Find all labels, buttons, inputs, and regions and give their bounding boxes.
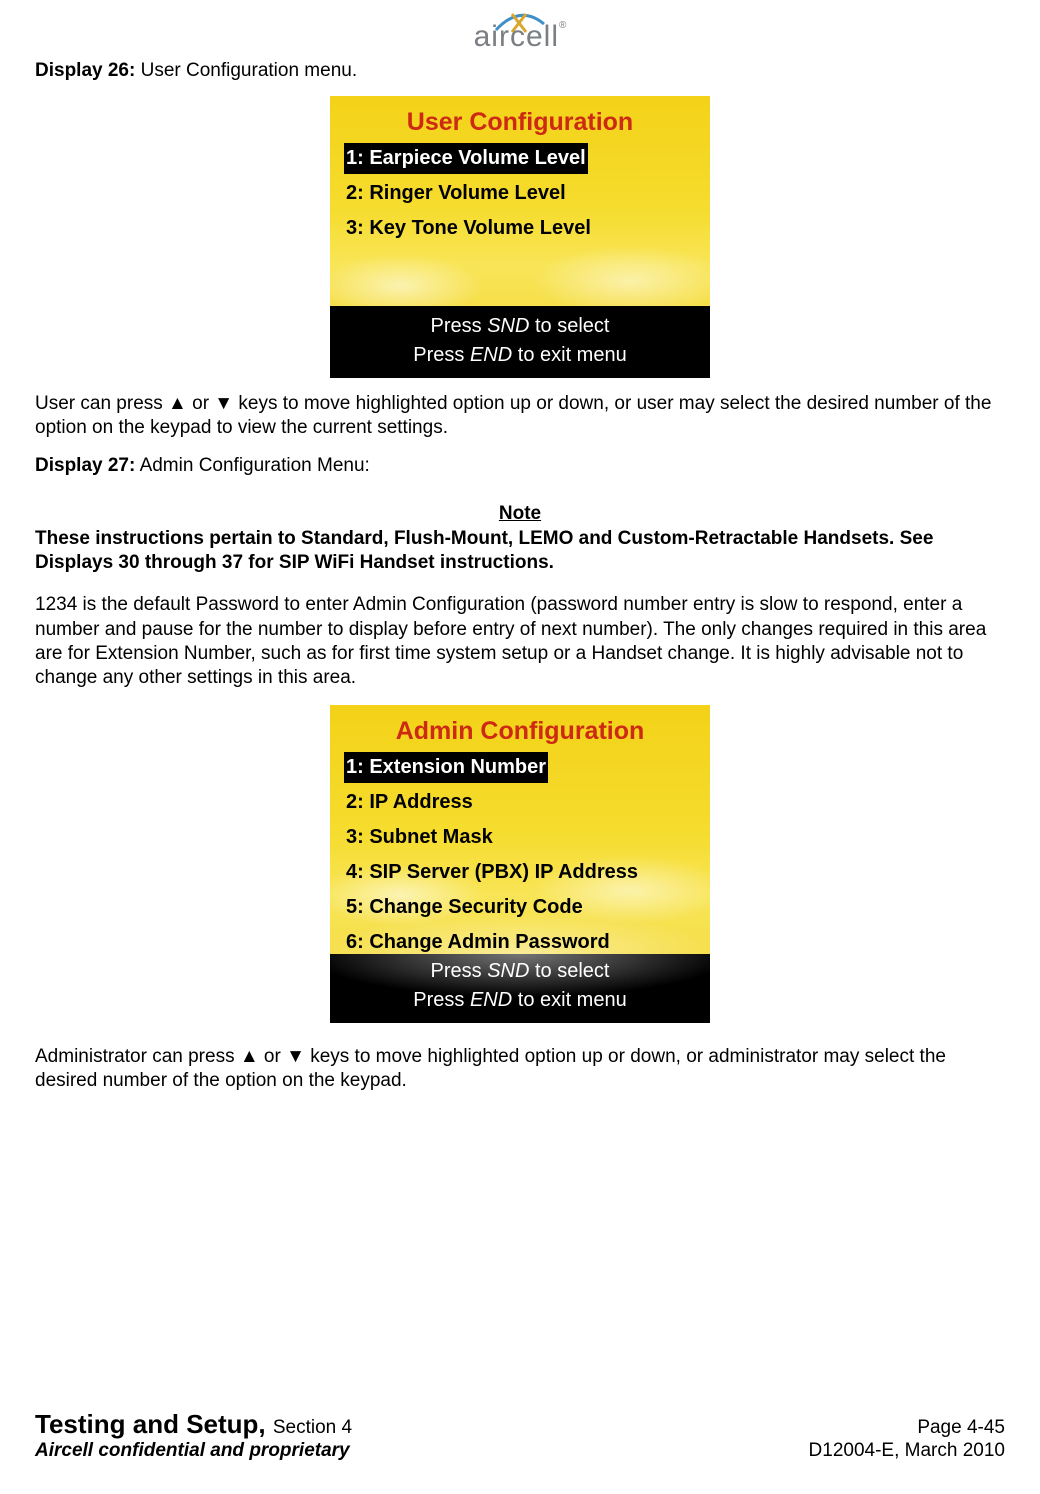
logo-text: aircell: [474, 20, 559, 53]
menu-item-ringer[interactable]: 2: Ringer Volume Level: [344, 178, 568, 209]
menu-item-ip[interactable]: 2: IP Address: [344, 787, 475, 818]
menu-item-extension[interactable]: 1: Extension Number: [344, 752, 548, 783]
admin-config-screen: Admin Configuration 1: Extension Number …: [330, 705, 710, 1023]
admin-config-title: Admin Configuration: [344, 717, 696, 746]
menu-item-admin-pw[interactable]: 6: Change Admin Password: [344, 927, 612, 958]
admin-paragraph: Administrator can press ▲ or ▼ keys to m…: [35, 1045, 1005, 1094]
user-paragraph: User can press ▲ or ▼ keys to move highl…: [35, 392, 1005, 441]
user-screen-footer: Press SND to select Press END to exit me…: [330, 306, 710, 378]
footer-section: Section 4: [273, 1417, 352, 1438]
brand-logo: aircell®: [35, 10, 1005, 54]
footer-page: Page 4-45: [917, 1417, 1005, 1439]
admin-intro-paragraph: 1234 is the default Password to enter Ad…: [35, 593, 1005, 690]
admin-screen-footer: Press SND to select Press END to exit me…: [330, 954, 710, 1023]
page-footer: Testing and Setup, Section 4 Page 4-45 A…: [35, 1409, 1005, 1462]
menu-item-subnet[interactable]: 3: Subnet Mask: [344, 822, 495, 853]
menu-item-keytone[interactable]: 3: Key Tone Volume Level: [344, 213, 593, 244]
menu-item-sip-server[interactable]: 4: SIP Server (PBX) IP Address: [344, 857, 640, 888]
footer-confidential: Aircell confidential and proprietary: [35, 1440, 350, 1462]
note-heading: Note: [35, 503, 1005, 525]
footer-docid: D12004-E, March 2010: [809, 1440, 1005, 1462]
menu-item-earpiece[interactable]: 1: Earpiece Volume Level: [344, 143, 588, 174]
footer-title: Testing and Setup,: [35, 1409, 273, 1439]
display-27-label: Display 27: Admin Configuration Menu:: [35, 455, 1005, 477]
user-config-screen: User Configuration 1: Earpiece Volume Le…: [330, 96, 710, 378]
user-config-title: User Configuration: [344, 108, 696, 137]
menu-item-sec-code[interactable]: 5: Change Security Code: [344, 892, 585, 923]
display-26-label: Display 26: User Configuration menu.: [35, 60, 1005, 82]
note-body: These instructions pertain to Standard, …: [35, 527, 1005, 576]
